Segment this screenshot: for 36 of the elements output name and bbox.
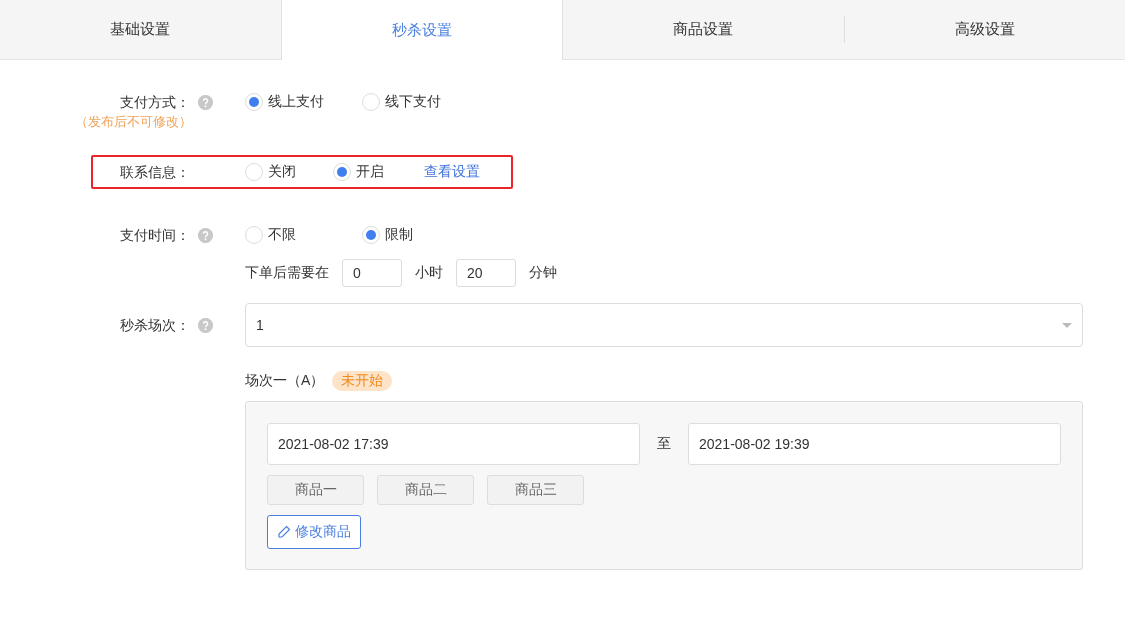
- tab[interactable]: 秒杀设置: [280, 0, 563, 60]
- view-settings-link[interactable]: 查看设置: [424, 163, 480, 181]
- radio-option[interactable]: 开启: [333, 163, 421, 181]
- range-separator: 至: [656, 435, 672, 453]
- field-label: 秒杀场次：: [120, 316, 190, 335]
- radio-option[interactable]: 限制: [362, 226, 479, 244]
- product-tag[interactable]: 商品三: [487, 475, 584, 505]
- unit-label: 小时: [415, 264, 443, 282]
- help-icon[interactable]: [198, 228, 213, 243]
- session-count-select[interactable]: 1: [245, 303, 1083, 347]
- radio-option[interactable]: 线下支付: [362, 93, 479, 111]
- edit-products-button[interactable]: 修改商品: [267, 515, 361, 549]
- radio-option[interactable]: 线上支付: [245, 93, 362, 111]
- help-icon[interactable]: [198, 318, 213, 333]
- unit-label: 分钟: [529, 264, 557, 282]
- tab[interactable]: 基础设置: [0, 0, 281, 59]
- end-time-field[interactable]: 2021-08-02 19:39: [688, 423, 1061, 465]
- field-label: 联系信息：: [120, 163, 190, 182]
- time-limit-text: 下单后需要在: [245, 264, 329, 282]
- field-label: 支付时间：: [120, 226, 190, 245]
- start-time-field[interactable]: 2021-08-02 17:39: [267, 423, 640, 465]
- field-note: （发布后不可修改）: [75, 113, 192, 131]
- caret-icon: [1062, 322, 1072, 328]
- product-tag[interactable]: 商品一: [267, 475, 364, 505]
- status-badge: 未开始: [332, 371, 393, 391]
- tab[interactable]: 商品设置: [563, 0, 844, 59]
- minutes-input[interactable]: 20: [456, 259, 516, 287]
- hours-input[interactable]: 0: [342, 259, 402, 287]
- help-icon[interactable]: [198, 95, 213, 110]
- pencil-icon: [277, 525, 291, 539]
- field-label: 支付方式：: [120, 93, 190, 112]
- product-tag[interactable]: 商品二: [377, 475, 474, 505]
- session-title: 场次一（A）: [245, 372, 325, 390]
- tab[interactable]: 高级设置: [844, 0, 1125, 59]
- radio-option[interactable]: 不限: [245, 226, 362, 244]
- radio-option[interactable]: 关闭: [245, 163, 333, 181]
